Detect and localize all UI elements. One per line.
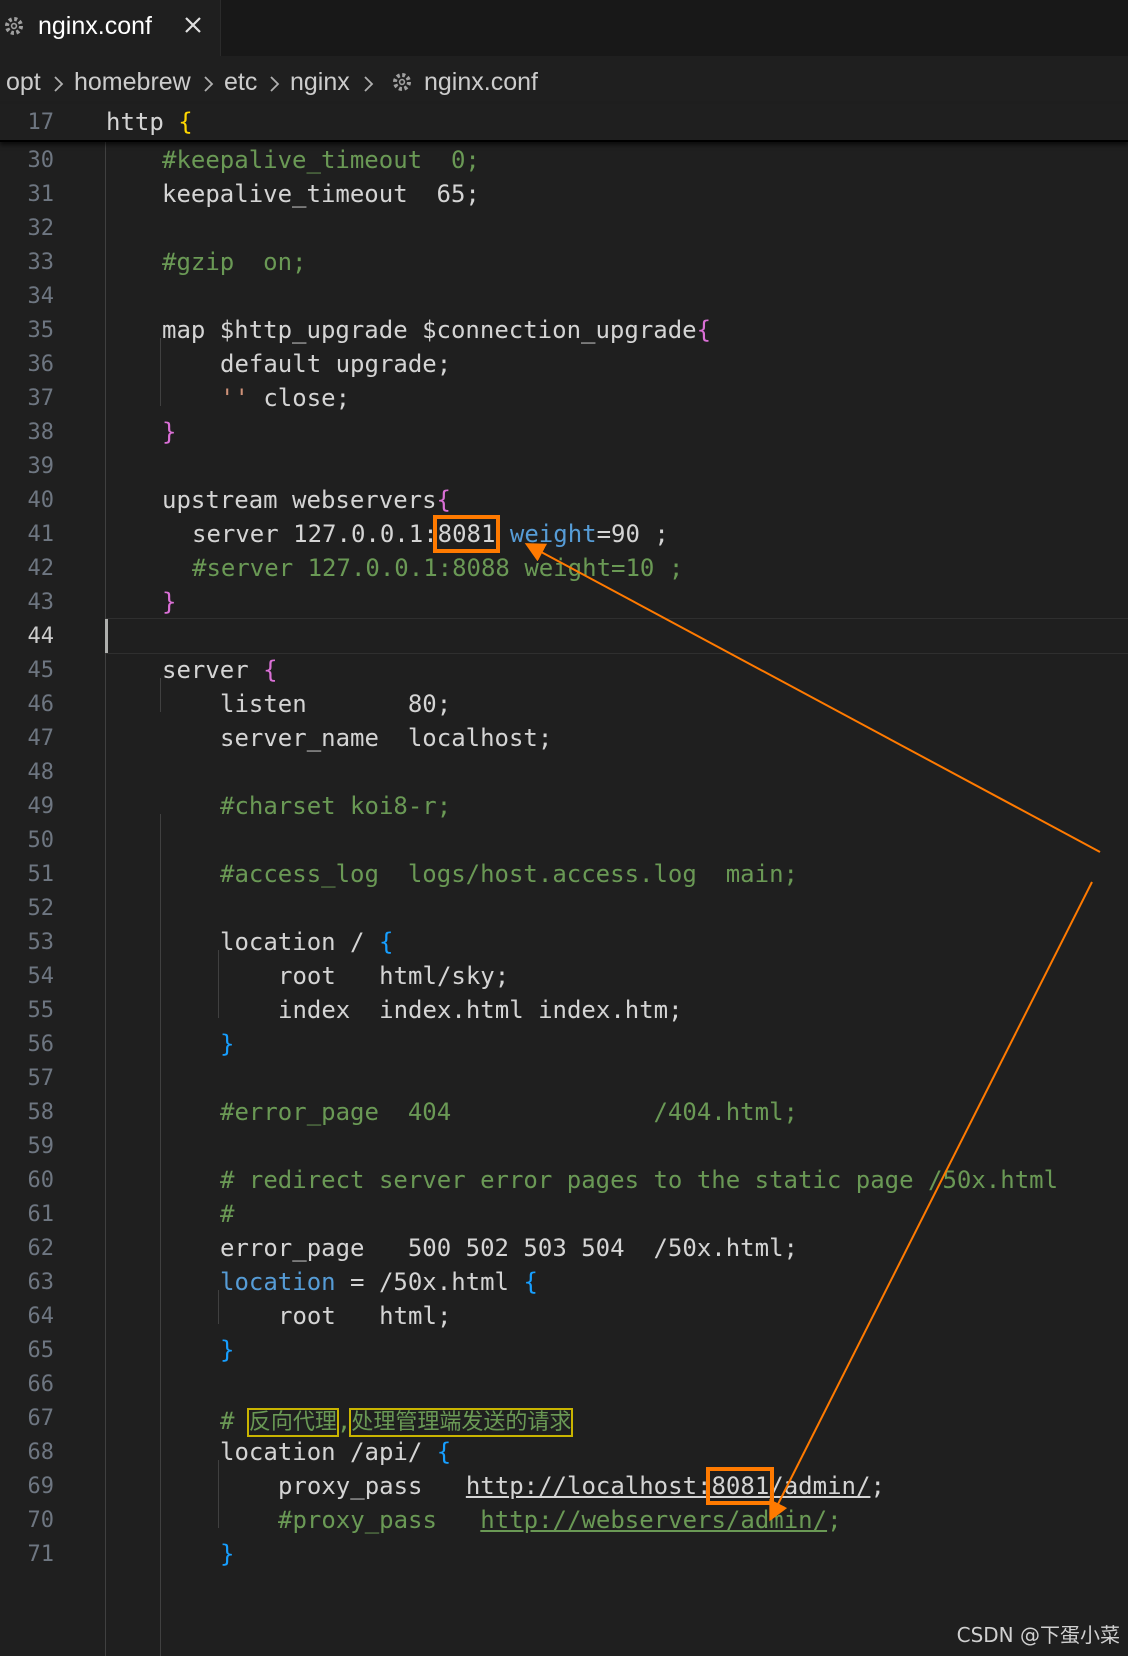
- breadcrumb-item-nginx[interactable]: nginx: [290, 68, 350, 97]
- code-line: 53 location / {: [27, 928, 394, 956]
- active-code-line: 44: [0, 618, 1128, 654]
- gear-icon: [393, 73, 411, 91]
- code-line: 56}: [27, 1030, 235, 1058]
- code-line: 51 #access_log logs/host.access.log main;: [27, 860, 798, 888]
- code-line: 58 #error_page 404 /404.html;: [27, 1098, 798, 1126]
- tab-nginx-conf[interactable]: nginx.conf: [0, 0, 221, 56]
- code-text: location = /50x.html {: [220, 1268, 538, 1296]
- code-text: proxy_pass http://localhost:8081/admin/;: [278, 1467, 885, 1505]
- code-line: 32: [27, 216, 55, 241]
- code-text: server 127.0.0.1:8081 weight=90 ;: [192, 515, 669, 553]
- code-text: map $http_upgrade $connection_upgrade{: [162, 316, 712, 344]
- code-line: 43}: [27, 588, 177, 616]
- code-line: 46 listen 80;: [27, 690, 452, 718]
- code-line: 52: [27, 896, 55, 921]
- code-line: 36 default upgrade;: [27, 350, 452, 378]
- code-line: 37 '' close;: [27, 384, 351, 412]
- line-number: 17: [27, 110, 55, 135]
- watermark: CSDN @下蛋小菜: [956, 1623, 1120, 1647]
- code-line: 61 #: [27, 1200, 235, 1228]
- code-line: 70 #proxy_pass http://webservers/admin/;: [27, 1506, 842, 1534]
- code-line: 65}: [27, 1336, 235, 1364]
- code-line: 34: [27, 284, 55, 309]
- code-line: 59: [27, 1134, 55, 1159]
- close-icon[interactable]: [180, 12, 206, 38]
- chevron-right-icon: [54, 76, 64, 92]
- code-line: 67 # 反向代理,处理管理端发送的请求: [27, 1406, 574, 1437]
- code-text: '' close;: [220, 384, 351, 412]
- code-line: 66: [27, 1372, 55, 1397]
- chevron-right-icon: [364, 76, 374, 92]
- code-line: 68 location /api/ {: [27, 1438, 452, 1466]
- code-line: 64 root html;: [27, 1302, 452, 1330]
- code-line: 50: [27, 828, 55, 853]
- code-line: 30 #keepalive_timeout 0;: [27, 146, 480, 174]
- code-text: http {: [106, 108, 193, 136]
- code-line: 49 #charset koi8-r;: [27, 792, 452, 820]
- text-cursor: [105, 619, 108, 653]
- tab-title: nginx.conf: [38, 12, 152, 40]
- code-text: # 反向代理,处理管理端发送的请求: [220, 1407, 574, 1437]
- chevron-right-icon: [204, 76, 214, 92]
- code-line: 31 keepalive_timeout 65;: [27, 180, 480, 208]
- code-line: 40 upstream webservers{: [27, 486, 452, 514]
- code-line: 45 server {: [27, 656, 278, 684]
- chevron-right-icon: [270, 76, 280, 92]
- code-line: 47 server_name localhost;: [27, 724, 553, 752]
- code-line: 41 server 127.0.0.1:8081 weight=90 ;: [27, 515, 669, 553]
- breadcrumb-item-opt[interactable]: opt: [6, 68, 41, 97]
- sticky-scroll-header[interactable]: 17 http {: [0, 104, 1128, 142]
- code-line: 39: [27, 454, 55, 479]
- code-line: 57: [27, 1066, 55, 1091]
- code-text: location / {: [220, 928, 394, 956]
- tab-bar: nginx.conf: [0, 0, 1128, 56]
- code-line: 71}: [27, 1540, 235, 1568]
- code-line: 33 #gzip on;: [27, 248, 307, 276]
- breadcrumb: opt homebrew etc nginx nginx.conf: [0, 60, 1128, 104]
- code-text: #proxy_pass http://webservers/admin/;: [278, 1506, 842, 1534]
- code-line: 35 map $http_upgrade $connection_upgrade{: [27, 316, 712, 344]
- breadcrumb-item-etc[interactable]: etc: [224, 68, 257, 97]
- code-line: 69 proxy_pass http://localhost:8081/admin…: [27, 1467, 885, 1505]
- code-line: 38}: [27, 418, 177, 446]
- code-text: location /api/ {: [220, 1438, 452, 1466]
- code-line: 55 index index.html index.htm;: [27, 996, 683, 1024]
- breadcrumb-item-nginx-conf[interactable]: nginx.conf: [424, 68, 538, 97]
- code-line: 62 error_page 500 502 503 504 /50x.html;: [27, 1234, 798, 1262]
- code-editor[interactable]: 30 #keepalive_timeout 0; 31 keepalive_time…: [0, 142, 1128, 1656]
- breadcrumb-item-homebrew[interactable]: homebrew: [74, 68, 191, 97]
- code-line: 42 #server 127.0.0.1:8088 weight=10 ;: [27, 554, 684, 582]
- code-line: 48: [27, 760, 55, 785]
- gear-icon: [5, 17, 23, 35]
- code-text: server {: [162, 656, 278, 684]
- code-line: 60 # redirect server error pages to the s…: [27, 1166, 1059, 1194]
- code-line: 63 location = /50x.html {: [27, 1268, 538, 1296]
- code-line: 54 root html/sky;: [27, 962, 510, 990]
- code-text: upstream webservers{: [162, 486, 451, 514]
- current-line-highlight: [106, 618, 1128, 654]
